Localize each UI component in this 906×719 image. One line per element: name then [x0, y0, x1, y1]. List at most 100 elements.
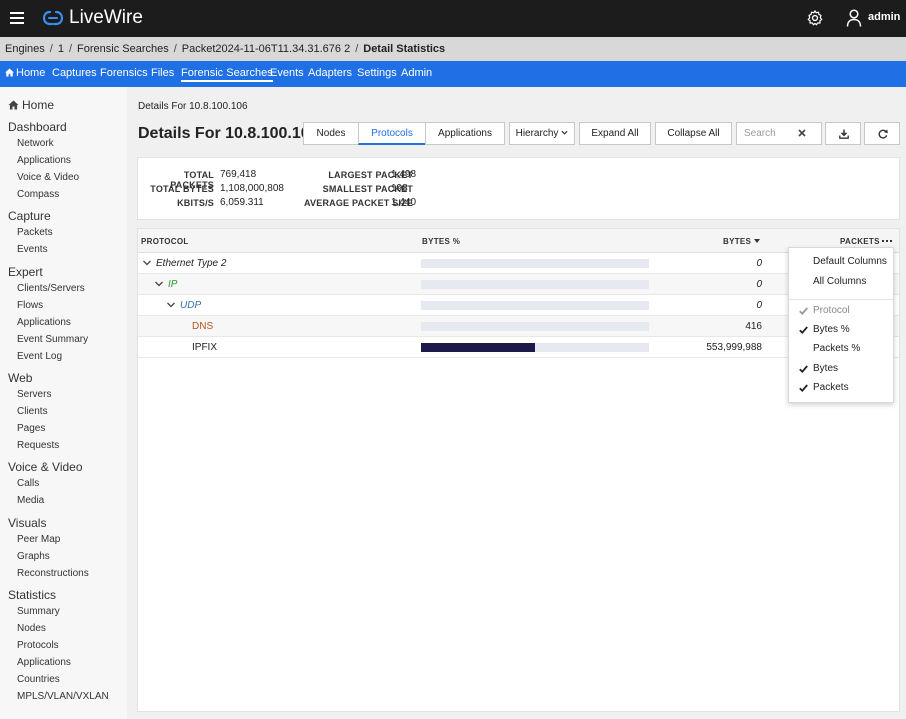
menu-column-bytes[interactable]: Bytes: [813, 363, 838, 374]
table-row[interactable]: UDP 0: [138, 295, 899, 316]
breadcrumb-detail-statistics: Detail Statistics: [363, 43, 446, 55]
sidebar-item-calls[interactable]: Calls: [17, 478, 39, 489]
chevron-down-icon[interactable]: [167, 302, 175, 308]
tab-nodes[interactable]: Nodes: [303, 122, 359, 145]
sidebar-item-nodes[interactable]: Nodes: [17, 623, 46, 634]
header-packets[interactable]: PACKETS: [840, 237, 880, 246]
sidebar-item-compass[interactable]: Compass: [17, 189, 59, 200]
menu-column-packets-pct[interactable]: Packets %: [813, 343, 860, 354]
search-input[interactable]: [736, 122, 822, 145]
sidebar-section-statistics: Statistics: [8, 588, 57, 602]
menu-column-protocol: Protocol: [813, 305, 850, 316]
sidebar-item-event-summary[interactable]: Event Summary: [17, 334, 88, 345]
chevron-down-icon[interactable]: [143, 260, 151, 266]
table-header: PROTOCOL BYTES % BYTES PACKETS: [138, 229, 899, 253]
sidebar-item-network[interactable]: Network: [17, 138, 54, 149]
page-title: Details For 10.8.100.106: [138, 125, 319, 142]
user-icon[interactable]: [846, 9, 862, 27]
total-bytes-value: 1,108,000,808: [220, 183, 284, 194]
gear-icon[interactable]: [806, 9, 824, 27]
sidebar-item-statistics-applications[interactable]: Applications: [17, 657, 71, 668]
refresh-button[interactable]: [864, 122, 900, 145]
sidebar-item-expert-applications[interactable]: Applications: [17, 317, 71, 328]
sidebar-item-peer-map[interactable]: Peer Map: [17, 534, 60, 545]
sidebar-item-dashboard-applications[interactable]: Applications: [17, 155, 71, 166]
sidebar-item-countries[interactable]: Countries: [17, 674, 60, 685]
sidebar-section-voice-video: Voice & Video: [8, 460, 83, 474]
nav-files[interactable]: Files: [151, 67, 174, 79]
breadcrumb-separator: /: [68, 43, 73, 55]
breadcrumb-separator: /: [355, 43, 359, 55]
check-icon: [799, 365, 808, 373]
close-icon[interactable]: [798, 129, 806, 137]
download-icon: [839, 129, 849, 139]
sidebar-item-pages[interactable]: Pages: [17, 423, 45, 434]
tab-applications[interactable]: Applications: [425, 122, 505, 145]
sidebar-home[interactable]: Home: [8, 98, 54, 112]
sidebar: Home Dashboard Network Applications Voic…: [0, 87, 127, 719]
nav-home[interactable]: Home: [5, 67, 45, 79]
nav-forensics[interactable]: Forensics: [100, 67, 148, 79]
table-row[interactable]: IP 0: [138, 274, 899, 295]
nav-adapters[interactable]: Adapters: [308, 67, 352, 79]
nav-events[interactable]: Events: [270, 67, 304, 79]
sidebar-item-voice-video[interactable]: Voice & Video: [17, 172, 79, 183]
sidebar-item-servers[interactable]: Servers: [17, 389, 51, 400]
nav-captures[interactable]: Captures: [52, 67, 97, 79]
sidebar-item-summary[interactable]: Summary: [17, 606, 60, 617]
breadcrumb-engine-1[interactable]: 1: [58, 43, 64, 55]
bytes-value: 553,999,988: [706, 342, 762, 353]
user-name[interactable]: admin: [868, 11, 900, 23]
header-bytes-pct[interactable]: BYTES %: [422, 237, 460, 246]
header-protocol[interactable]: PROTOCOL: [141, 237, 189, 246]
sidebar-item-clients[interactable]: Clients: [17, 406, 48, 417]
tab-protocols[interactable]: Protocols: [358, 122, 426, 145]
sidebar-section-visuals: Visuals: [8, 516, 47, 530]
sidebar-item-protocols[interactable]: Protocols: [17, 640, 59, 651]
table-row[interactable]: DNS 416: [138, 316, 899, 337]
sidebar-section-web: Web: [8, 371, 33, 385]
sidebar-item-packets[interactable]: Packets: [17, 227, 53, 238]
nav-settings[interactable]: Settings: [357, 67, 397, 79]
smallest-packet-value: 198: [391, 183, 408, 194]
table-row[interactable]: Ethernet Type 2 0: [138, 253, 899, 274]
protocol-name: IP: [168, 279, 178, 290]
livewire-logo-icon: [42, 10, 64, 26]
sidebar-section-capture: Capture: [8, 209, 51, 223]
download-button[interactable]: [825, 122, 861, 145]
main-nav: Home Captures Forensics Files Forensic S…: [0, 61, 906, 87]
breadcrumb-packet-search[interactable]: Packet2024-11-06T11.34.31.676 2: [182, 43, 350, 55]
chevron-down-icon[interactable]: [155, 281, 163, 287]
sidebar-item-events[interactable]: Events: [17, 244, 48, 255]
hierarchy-dropdown[interactable]: Hierarchy: [509, 122, 575, 145]
menu-all-columns[interactable]: All Columns: [813, 276, 866, 287]
sidebar-item-flows[interactable]: Flows: [17, 300, 43, 311]
menu-column-packets[interactable]: Packets: [813, 382, 849, 393]
sidebar-item-requests[interactable]: Requests: [17, 440, 59, 451]
sidebar-section-expert: Expert: [8, 265, 43, 279]
hamburger-menu-icon[interactable]: [10, 12, 24, 24]
table-row[interactable]: IPFIX 553,999,988: [138, 337, 899, 358]
home-icon: [8, 100, 19, 110]
menu-column-bytes-pct[interactable]: Bytes %: [813, 324, 850, 335]
protocol-table: PROTOCOL BYTES % BYTES PACKETS Ethernet …: [137, 228, 900, 712]
expand-all-button[interactable]: Expand All: [579, 122, 651, 145]
menu-default-columns[interactable]: Default Columns: [813, 256, 887, 267]
nav-home-label: Home: [16, 67, 46, 79]
nav-forensic-searches[interactable]: Forensic Searches: [181, 67, 273, 82]
sidebar-item-graphs[interactable]: Graphs: [17, 551, 50, 562]
collapse-all-button[interactable]: Collapse All: [655, 122, 732, 145]
sidebar-item-mpls-vlan-vxlan[interactable]: MPLS/VLAN/VXLAN: [17, 691, 109, 702]
bytes-value: 0: [756, 279, 762, 290]
bytes-pct-bar: [421, 301, 649, 310]
sidebar-item-media[interactable]: Media: [17, 495, 44, 506]
header-bytes[interactable]: BYTES: [723, 237, 761, 246]
sidebar-item-event-log[interactable]: Event Log: [17, 351, 62, 362]
protocol-name: Ethernet Type 2: [156, 258, 227, 269]
sidebar-item-reconstructions[interactable]: Reconstructions: [17, 568, 89, 579]
nav-admin[interactable]: Admin: [401, 67, 432, 79]
check-icon: [799, 326, 808, 334]
sidebar-item-clients-servers[interactable]: Clients/Servers: [17, 283, 85, 294]
breadcrumb-engines[interactable]: Engines: [5, 43, 45, 55]
breadcrumb-forensic-searches[interactable]: Forensic Searches: [77, 43, 169, 55]
